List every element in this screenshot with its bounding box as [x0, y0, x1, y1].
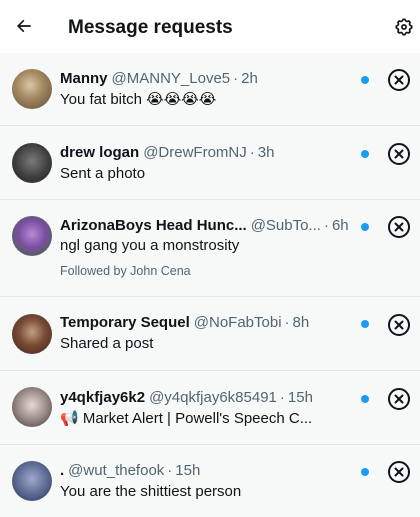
separator: ·: [167, 462, 173, 479]
back-arrow-icon[interactable]: [12, 14, 36, 38]
sender-name[interactable]: y4qkfjay6k2: [60, 388, 145, 408]
timestamp: 8h: [292, 314, 310, 331]
message-preview: You are the shittiest person: [60, 483, 242, 500]
list-item[interactable]: . @wut_thefook · 15h You are the shittie…: [0, 445, 420, 517]
sender-name[interactable]: Temporary Sequel: [60, 313, 190, 333]
close-icon[interactable]: [387, 387, 411, 411]
message-preview: Sent a photo: [60, 165, 146, 182]
timestamp: 2h: [241, 70, 258, 87]
avatar[interactable]: [12, 143, 52, 183]
sender-name[interactable]: ArizonaBoys Head Hunc...: [60, 216, 247, 236]
timestamp: 15h: [175, 462, 201, 479]
sender-name[interactable]: Manny: [60, 69, 108, 89]
followed-by-text: Followed by John Cena: [60, 264, 191, 278]
sender-handle: @SubTo...: [250, 217, 321, 234]
unread-dot: [361, 150, 369, 158]
message-preview: 📢 Market Alert | Powell's Speech C...: [60, 410, 313, 427]
separator: ·: [323, 217, 329, 234]
message-preview: ngl gang you a monstrosity: [60, 237, 240, 254]
header: Message requests: [0, 0, 420, 53]
separator: ·: [279, 389, 285, 406]
sender-handle: @NoFabTobi: [193, 314, 282, 331]
sender-handle: @DrewFromNJ: [143, 144, 247, 161]
avatar[interactable]: [12, 387, 52, 427]
list-item[interactable]: drew logan @DrewFromNJ · 3h Sent a photo: [0, 126, 420, 200]
timestamp: 3h: [257, 144, 275, 161]
list-item[interactable]: Temporary Sequel @NoFabTobi · 8h Shared …: [0, 297, 420, 371]
sender-handle: @y4qkfjay6k85491: [149, 389, 277, 406]
message-preview: You fat bitch 😭😭😭😭: [60, 91, 217, 108]
timestamp: 15h: [287, 389, 313, 406]
sender-handle: @wut_thefook: [68, 462, 165, 479]
separator: ·: [284, 314, 290, 331]
message-request-list: Manny @MANNY_Love5 · 2h You fat bitch 😭😭…: [0, 53, 420, 517]
close-icon[interactable]: [387, 215, 411, 239]
close-icon[interactable]: [387, 142, 411, 166]
gear-icon[interactable]: [392, 15, 416, 39]
list-item[interactable]: y4qkfjay6k2 @y4qkfjay6k85491 · 15h 📢 Mar…: [0, 371, 420, 445]
unread-dot: [361, 76, 369, 84]
page-title: Message requests: [68, 17, 233, 38]
sender-name[interactable]: .: [60, 461, 64, 481]
unread-dot: [361, 468, 369, 476]
avatar[interactable]: [12, 314, 52, 354]
close-icon[interactable]: [387, 460, 411, 484]
list-item[interactable]: ArizonaBoys Head Hunc... @SubTo... · 6h …: [0, 200, 420, 297]
avatar[interactable]: [12, 461, 52, 501]
unread-dot: [361, 395, 369, 403]
message-preview: Shared a post: [60, 335, 154, 352]
separator: ·: [249, 144, 255, 161]
close-icon[interactable]: [387, 313, 411, 337]
close-icon[interactable]: [387, 68, 411, 92]
sender-name[interactable]: drew logan: [60, 143, 139, 163]
avatar[interactable]: [12, 216, 52, 256]
timestamp: 6h: [331, 217, 349, 234]
avatar[interactable]: [12, 69, 52, 109]
sender-handle: @MANNY_Love5: [111, 70, 231, 87]
list-item[interactable]: Manny @MANNY_Love5 · 2h You fat bitch 😭😭…: [0, 53, 420, 126]
unread-dot: [361, 223, 369, 231]
separator: ·: [233, 70, 239, 87]
unread-dot: [361, 320, 369, 328]
